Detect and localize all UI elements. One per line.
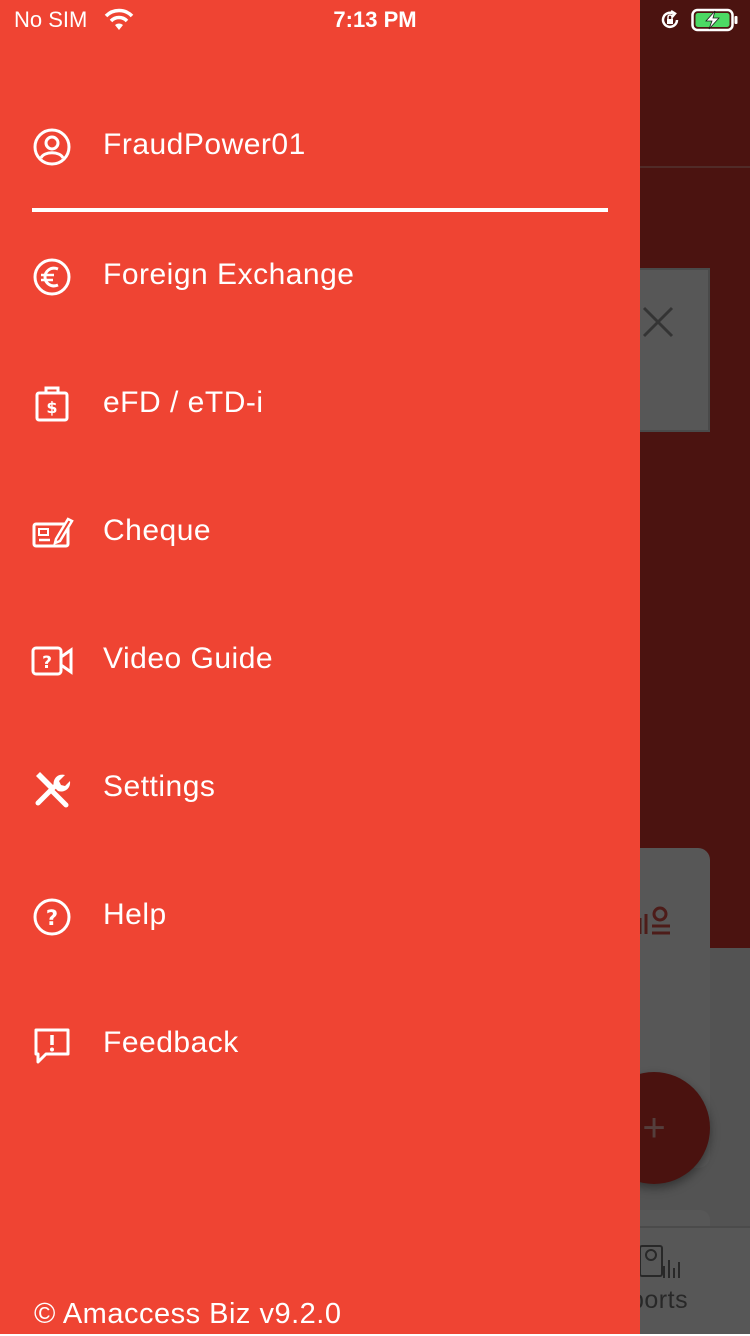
menu-label-cheque: Cheque xyxy=(103,514,212,547)
rotation-lock-icon xyxy=(661,9,679,29)
menu-label-efd-etd: eFD / eTD-i xyxy=(103,386,264,419)
user-circle-icon xyxy=(33,128,71,166)
menu-item-video-guide[interactable]: ? Video Guide xyxy=(0,613,640,709)
menu-item-settings[interactable]: Settings xyxy=(0,741,640,837)
menu-label-feedback: Feedback xyxy=(103,1026,239,1059)
cheque-icon xyxy=(32,517,74,548)
menu-label-video-guide: Video Guide xyxy=(103,642,274,675)
svg-text:?: ? xyxy=(42,653,52,673)
svg-text:$: $ xyxy=(46,398,57,417)
status-bar: No SIM 7:13 PM xyxy=(0,0,750,40)
video-help-icon: ? xyxy=(31,646,73,676)
profile-divider xyxy=(32,208,608,212)
app-version-footer: © Amaccess Biz v9.2.0 xyxy=(34,1298,342,1330)
feedback-icon xyxy=(34,1028,70,1064)
clock-label: 7:13 PM xyxy=(333,7,417,32)
tools-icon xyxy=(35,772,71,808)
menu-item-foreign-exchange[interactable]: Foreign Exchange xyxy=(0,229,640,325)
menu-label-help: Help xyxy=(103,898,167,931)
menu-item-efd-etd[interactable]: $ eFD / eTD-i xyxy=(0,357,640,453)
user-profile-item[interactable]: FraudPower01 xyxy=(0,110,640,182)
svg-text:?: ? xyxy=(46,906,58,930)
menu-item-cheque[interactable]: Cheque xyxy=(0,485,640,581)
euro-icon xyxy=(33,258,71,296)
menu-item-help[interactable]: ? Help xyxy=(0,869,640,965)
menu-label-settings: Settings xyxy=(103,770,216,803)
username-label: FraudPower01 xyxy=(103,128,306,161)
menu-label-foreign-exchange: Foreign Exchange xyxy=(103,258,355,291)
menu-item-feedback[interactable]: Feedback xyxy=(0,997,640,1093)
briefcase-dollar-icon: $ xyxy=(35,386,69,422)
battery-charging-icon xyxy=(691,8,738,32)
question-icon: ? xyxy=(33,898,71,936)
navigation-drawer: FraudPower01 Foreign Exchange $ eFD / eT… xyxy=(0,0,640,1334)
